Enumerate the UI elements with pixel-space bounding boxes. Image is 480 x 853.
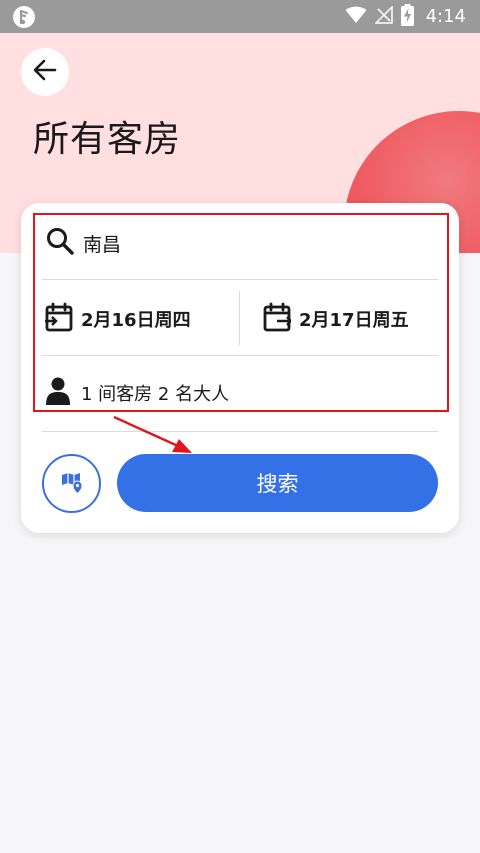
app-badge-icon: [13, 6, 35, 28]
back-button[interactable]: [21, 48, 69, 96]
map-button[interactable]: [42, 454, 101, 513]
map-pin-icon: [60, 470, 84, 498]
annotation-arrow-icon: [112, 415, 194, 459]
search-button[interactable]: 搜索: [117, 454, 438, 512]
battery-charging-icon: [400, 3, 414, 30]
divider: [42, 431, 438, 432]
annotation-highlight-box: [33, 213, 449, 412]
arrow-left-icon: [32, 57, 58, 87]
page-title: 所有客房: [33, 119, 182, 160]
clock: 4:14: [425, 6, 466, 27]
wifi-icon: [345, 6, 367, 28]
status-bar: 4:14: [0, 0, 480, 33]
no-signal-icon: [373, 4, 393, 28]
